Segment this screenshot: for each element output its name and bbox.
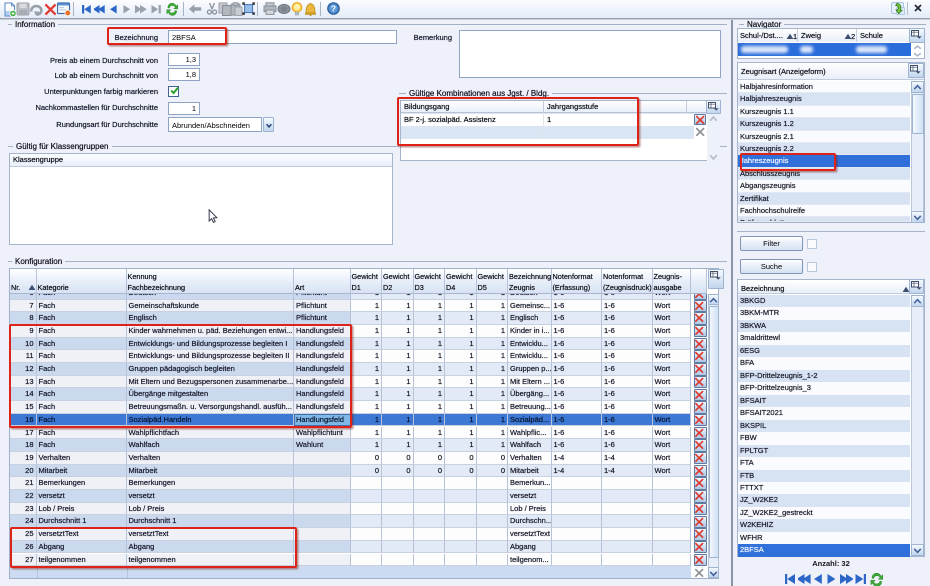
svg-text:?: ? xyxy=(331,3,336,13)
